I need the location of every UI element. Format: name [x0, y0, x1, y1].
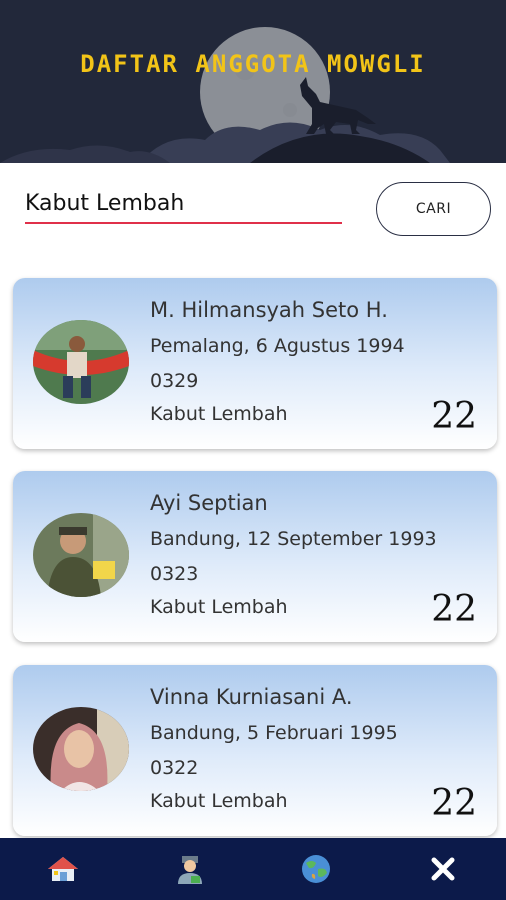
home-icon	[48, 857, 79, 881]
avatar	[33, 320, 129, 404]
avatar	[33, 707, 129, 791]
avatar	[33, 513, 129, 597]
nav-close[interactable]	[413, 844, 473, 894]
moon-wolf-illustration	[0, 0, 506, 163]
member-birth: Bandung, 12 September 1993	[150, 528, 437, 550]
member-card[interactable]: M. Hilmansyah Seto H. Pemalang, 6 Agustu…	[13, 278, 497, 449]
member-birth: Bandung, 5 Februari 1995	[150, 722, 398, 744]
member-group: Kabut Lembah	[150, 403, 288, 425]
header-banner: DAFTAR ANGGOTA MOWGLI	[0, 0, 506, 163]
member-card[interactable]: Vinna Kurniasani A. Bandung, 5 Februari …	[13, 665, 497, 836]
nav-home[interactable]	[33, 844, 93, 894]
member-number: 22	[431, 396, 477, 437]
nav-globe[interactable]	[286, 844, 346, 894]
bottom-nav	[0, 838, 506, 900]
member-id: 0329	[150, 370, 199, 392]
member-group: Kabut Lembah	[150, 596, 288, 618]
member-number: 22	[431, 783, 477, 824]
member-number: 22	[431, 589, 477, 630]
member-id: 0323	[150, 563, 199, 585]
member-birth: Pemalang, 6 Agustus 1994	[150, 335, 405, 357]
member-card[interactable]: Ayi Septian Bandung, 12 September 1993 0…	[13, 471, 497, 642]
member-id: 0322	[150, 757, 199, 779]
close-icon	[431, 857, 455, 881]
member-name: M. Hilmansyah Seto H.	[150, 298, 388, 322]
app-screen: DAFTAR ANGGOTA MOWGLI CARI M. Hilmansyah…	[0, 0, 506, 900]
member-group: Kabut Lembah	[150, 790, 288, 812]
search-button[interactable]: CARI	[376, 182, 491, 236]
member-name: Ayi Septian	[150, 491, 268, 515]
person-icon	[177, 856, 202, 884]
globe-icon	[302, 855, 331, 883]
member-name: Vinna Kurniasani A.	[150, 685, 353, 709]
nav-person[interactable]	[160, 844, 220, 894]
search-input[interactable]	[25, 188, 342, 224]
page-title: DAFTAR ANGGOTA MOWGLI	[80, 50, 426, 78]
